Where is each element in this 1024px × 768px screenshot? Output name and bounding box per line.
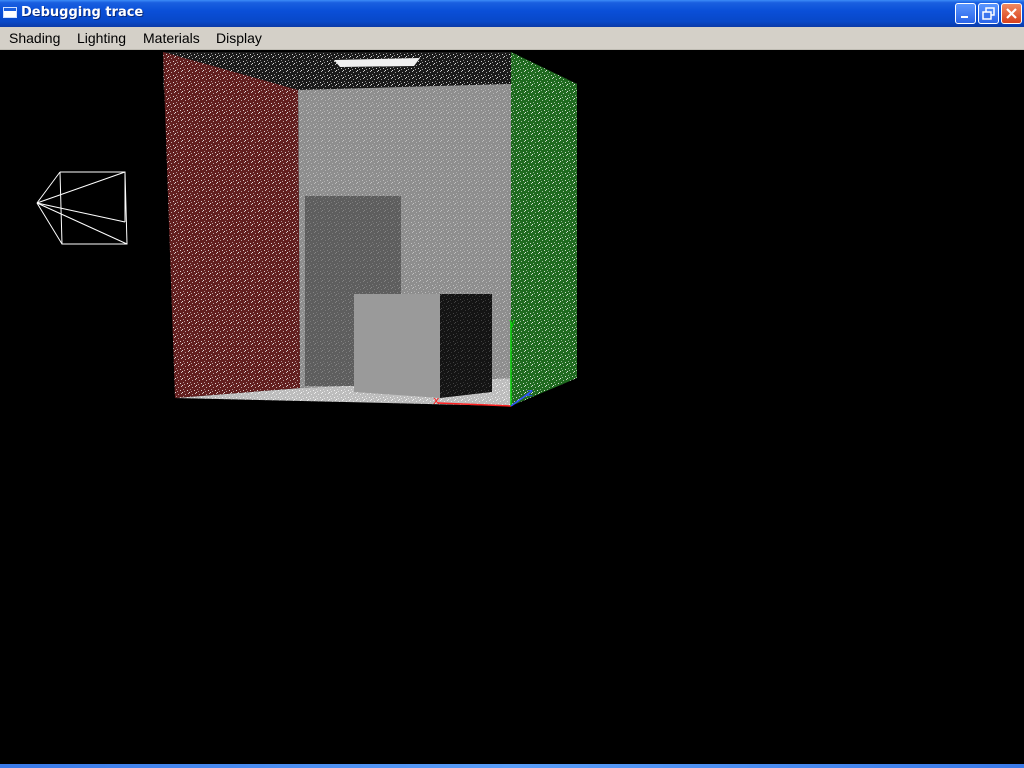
close-button[interactable] xyxy=(1001,3,1022,24)
camera-frustum-icon[interactable] xyxy=(36,171,128,245)
app-window-icon[interactable] xyxy=(3,7,17,18)
minimize-icon xyxy=(956,12,975,26)
axis-label-x: x xyxy=(433,394,440,407)
menu-materials[interactable]: Materials xyxy=(143,30,200,46)
window-title: Debugging trace xyxy=(21,5,144,20)
minimize-button[interactable] xyxy=(955,3,976,24)
short-box-front xyxy=(354,294,440,398)
bottom-border xyxy=(0,764,1024,768)
close-icon xyxy=(1002,8,1021,26)
title-bar[interactable]: Debugging trace xyxy=(0,0,1024,27)
restore-button[interactable] xyxy=(978,3,999,24)
axis-label-z: z xyxy=(527,386,533,399)
scene-canvas: x y z xyxy=(36,52,577,407)
axis-label-y: y xyxy=(509,316,516,329)
menu-shading[interactable]: Shading xyxy=(9,30,60,46)
restore-icon xyxy=(979,7,998,26)
menu-display[interactable]: Display xyxy=(216,30,262,46)
render-viewport[interactable]: x y z xyxy=(0,50,1024,764)
menu-lighting[interactable]: Lighting xyxy=(77,30,126,46)
menu-bar: Shading Lighting Materials Display xyxy=(0,27,1024,50)
